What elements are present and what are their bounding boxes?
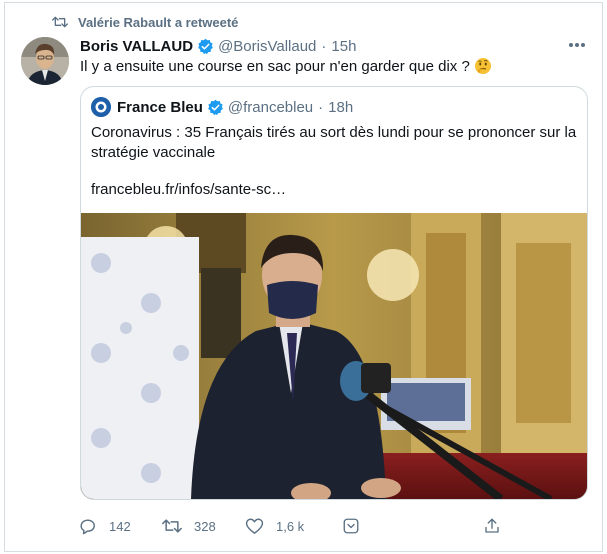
reply-button[interactable]: 142: [78, 516, 131, 536]
tweet-timestamp[interactable]: 15h: [331, 38, 356, 55]
retweet-context-text[interactable]: Valérie Rabault a retweeté: [78, 15, 238, 30]
more-options-icon[interactable]: [566, 38, 588, 52]
quoted-header-separator: ·: [318, 98, 324, 116]
reply-count: 142: [109, 518, 131, 534]
thinking-face-icon: [474, 58, 491, 74]
verified-badge-icon: [208, 99, 223, 115]
tweet-text-content: Il y a ensuite une course en sac pour n'…: [80, 57, 470, 75]
retweet-icon: [162, 519, 182, 533]
quoted-tweet-link[interactable]: francebleu.fr/infos/sante-sc…: [91, 181, 286, 198]
reply-icon: [80, 518, 95, 534]
quoted-author-name: France Bleu: [117, 98, 203, 116]
quoted-tweet[interactable]: France Bleu @francebleu · 18h Coronaviru…: [80, 86, 588, 500]
share-icon: [485, 518, 499, 533]
tweet-actions: 142 328 1,6 k: [78, 516, 518, 536]
like-count: 1,6 k: [276, 518, 305, 534]
quoted-tweet-header: France Bleu @francebleu · 18h: [91, 97, 353, 117]
quoted-tweet-image[interactable]: [81, 213, 587, 499]
tweet-text: Il y a ensuite une course en sac pour n'…: [80, 57, 492, 75]
retweet-button[interactable]: 328: [162, 516, 216, 536]
author-name[interactable]: Boris VALLAUD: [80, 38, 193, 55]
verified-badge-icon: [198, 38, 213, 54]
tweet-header: Boris VALLAUD @BorisVallaud · 15h: [80, 36, 356, 56]
quoted-author-handle: @francebleu: [227, 98, 314, 116]
retweet-icon: [52, 16, 68, 28]
share-button[interactable]: [483, 516, 513, 536]
like-button[interactable]: 1,6 k: [245, 516, 304, 536]
quoted-timestamp: 18h: [328, 98, 354, 116]
heart-icon: [245, 518, 264, 534]
france-bleu-avatar-icon: [91, 97, 111, 117]
avatar-photo: [21, 37, 69, 85]
avatar[interactable]: [21, 37, 69, 85]
retweet-context: Valérie Rabault a retweeté: [52, 13, 238, 31]
header-separator: ·: [321, 37, 327, 55]
bookmark-chevron-icon: [343, 518, 359, 534]
bookmark-button[interactable]: [342, 516, 372, 536]
quoted-tweet-text: Coronavirus : 35 Français tirés au sort …: [91, 124, 577, 161]
press-conference-photo: [81, 213, 587, 499]
retweet-count: 328: [194, 518, 216, 534]
author-handle[interactable]: @BorisVallaud: [218, 38, 316, 55]
